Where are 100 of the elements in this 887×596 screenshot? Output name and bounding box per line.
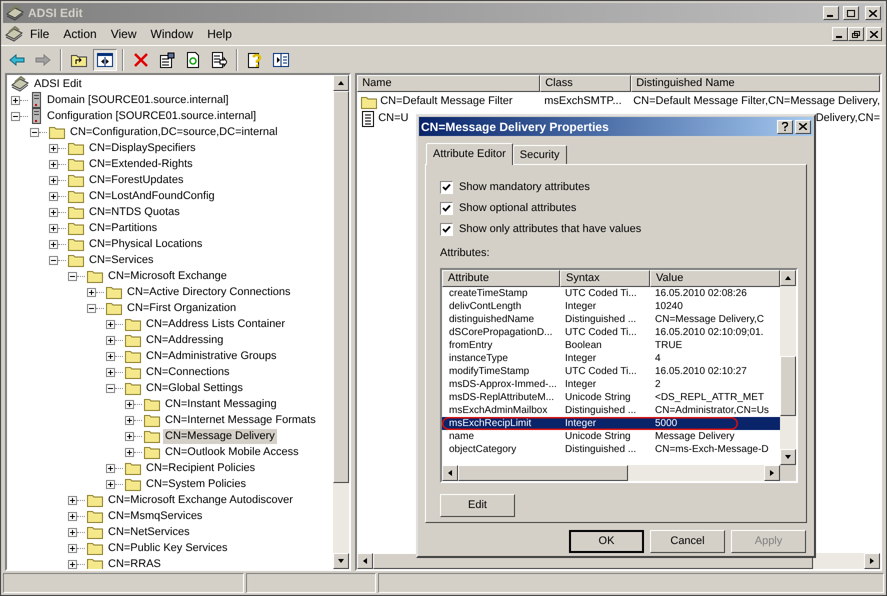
expand-toggle[interactable] xyxy=(49,176,58,184)
tree-item[interactable]: CN=LostAndFoundConfig xyxy=(87,188,217,204)
expand-toggle[interactable] xyxy=(49,240,58,248)
expand-toggle[interactable] xyxy=(106,368,115,376)
tree-item[interactable]: CN=ForestUpdates xyxy=(87,172,186,188)
attribute-row[interactable]: dSCorePropagationD... UTC Coded Ti... 16.05.2010 02:10:09;01. xyxy=(442,326,780,338)
dialog-button[interactable]: Cancel xyxy=(650,530,725,553)
attribute-row[interactable]: msDS-Approx-Immed-... Integer 2 xyxy=(442,378,780,390)
edit-button[interactable]: Edit xyxy=(440,494,515,516)
expand-toggle[interactable] xyxy=(106,336,115,344)
tree-item[interactable]: CN=NetServices xyxy=(106,524,192,540)
expand-toggle[interactable] xyxy=(49,224,58,232)
expand-toggle[interactable] xyxy=(125,448,134,456)
tree-item[interactable]: CN=NTDS Quotas xyxy=(87,204,182,220)
list-cell[interactable]: CN=Default Message Filter xyxy=(380,93,513,110)
dialog-button[interactable]: OK xyxy=(569,530,644,553)
scroll-up-button[interactable] xyxy=(780,270,796,286)
collapse-toggle[interactable] xyxy=(49,256,58,264)
tree-item[interactable]: CN=Public Key Services xyxy=(106,540,230,556)
expand-toggle[interactable] xyxy=(106,320,115,328)
tree-item[interactable]: CN=Global Settings xyxy=(144,380,245,396)
maximize-button[interactable] xyxy=(843,6,859,20)
checkbox-label[interactable]: Show optional attributes xyxy=(459,200,576,217)
scroll-thumb[interactable] xyxy=(458,464,628,480)
tree-item[interactable]: CN=Microsoft Exchange Autodiscover xyxy=(106,492,295,508)
close-button[interactable] xyxy=(866,27,882,41)
restore-button[interactable] xyxy=(848,27,864,41)
expand-toggle[interactable] xyxy=(106,480,115,488)
tree-item[interactable]: ADSI Edit xyxy=(32,76,84,92)
tree-item[interactable]: CN=Partitions xyxy=(87,220,160,236)
expand-toggle[interactable] xyxy=(49,160,58,168)
expand-toggle[interactable] xyxy=(106,464,115,472)
expand-toggle[interactable] xyxy=(125,400,134,408)
attribute-row[interactable]: msExchRecipLimit Integer 5000 xyxy=(442,416,780,430)
tree-item[interactable]: Domain [SOURCE01.source.internal] xyxy=(45,92,231,108)
tree-item[interactable]: CN=First Organization xyxy=(125,300,238,316)
tree-item[interactable]: CN=Connections xyxy=(144,364,232,380)
attribute-row[interactable]: instanceType Integer 4 xyxy=(442,352,780,364)
scroll-thumb[interactable] xyxy=(333,91,350,483)
expand-toggle[interactable] xyxy=(87,288,96,296)
tree-item[interactable]: CN=Extended-Rights xyxy=(87,156,195,172)
attribute-row[interactable]: distinguishedName Distinguished ... CN=Message Delivery,C xyxy=(442,312,780,326)
expand-toggle[interactable] xyxy=(125,416,134,424)
collapse-toggle[interactable] xyxy=(106,384,115,392)
tree-item[interactable]: CN=Recipient Policies xyxy=(144,460,258,476)
menu-item[interactable]: Help xyxy=(200,25,239,43)
checkbox[interactable] xyxy=(440,223,453,236)
scroll-right-button[interactable] xyxy=(764,464,780,480)
checkbox-label[interactable]: Show mandatory attributes xyxy=(459,179,590,196)
close-button[interactable] xyxy=(795,120,811,134)
tree-item[interactable]: CN=Internet Message Formats xyxy=(163,412,318,428)
attribute-row[interactable]: msDS-ReplAttributeM... Unicode String <DS_REPL_ATTR_MET xyxy=(442,390,780,404)
tree-item[interactable]: CN=Address Lists Container xyxy=(144,316,288,332)
attribute-row[interactable]: createTimeStamp UTC Coded Ti... 16.05.2010 02:08:26 xyxy=(442,286,780,300)
menu-item[interactable]: File xyxy=(23,25,56,43)
tree-item[interactable]: CN=Message Delivery xyxy=(163,428,277,444)
tree-item[interactable]: CN=Active Directory Connections xyxy=(125,284,293,300)
scroll-up-button[interactable] xyxy=(333,75,350,91)
minimize-button[interactable] xyxy=(823,6,839,20)
scroll-right-button[interactable] xyxy=(864,553,880,569)
tree-item[interactable]: CN=Configuration,DC=source,DC=internal xyxy=(68,124,280,140)
toolbar-button[interactable] xyxy=(93,48,117,70)
attribute-row[interactable]: objectCategory Distinguished ... CN=ms-Exch-Message-D xyxy=(442,442,780,456)
tree-item[interactable]: CN=Instant Messaging xyxy=(163,396,279,412)
scroll-left-button[interactable] xyxy=(442,464,458,480)
scroll-down-button[interactable] xyxy=(333,553,350,569)
tree-item[interactable]: CN=DisplaySpecifiers xyxy=(87,140,198,156)
collapse-toggle[interactable] xyxy=(11,112,20,120)
column-header[interactable]: Class xyxy=(540,75,632,92)
expand-toggle[interactable] xyxy=(49,144,58,152)
column-header[interactable]: Name xyxy=(357,75,540,92)
scroll-left-button[interactable] xyxy=(357,553,374,569)
attribute-row[interactable]: delivContLength Integer 10240 xyxy=(442,300,780,312)
expand-toggle[interactable] xyxy=(49,208,58,216)
help-button[interactable] xyxy=(777,120,793,134)
attribute-row[interactable]: name Unicode String Message Delivery xyxy=(442,430,780,442)
menu-item[interactable]: Action xyxy=(56,25,104,43)
tree-item[interactable]: CN=RRAS xyxy=(106,556,163,569)
expand-toggle[interactable] xyxy=(68,544,77,552)
expand-toggle[interactable] xyxy=(11,96,20,104)
column-header[interactable]: Syntax xyxy=(560,270,650,286)
tree-item[interactable]: CN=Microsoft Exchange xyxy=(106,268,229,284)
collapse-toggle[interactable] xyxy=(87,304,96,312)
column-header[interactable]: Distinguished Name xyxy=(631,75,880,92)
vertical-scrollbar[interactable] xyxy=(333,75,350,569)
expand-toggle[interactable] xyxy=(125,432,134,440)
attribute-row[interactable]: fromEntry Boolean TRUE xyxy=(442,338,780,352)
tree-item[interactable]: Configuration [SOURCE01.source.internal] xyxy=(45,108,258,124)
tree-item[interactable]: CN=Services xyxy=(87,252,156,268)
expand-toggle[interactable] xyxy=(68,512,77,520)
list-cell[interactable]: CN=U xyxy=(378,110,408,127)
expand-toggle[interactable] xyxy=(49,192,58,200)
column-header[interactable]: Attribute xyxy=(442,270,560,286)
menu-item[interactable]: View xyxy=(104,25,144,43)
expand-toggle[interactable] xyxy=(106,352,115,360)
column-header[interactable]: Value xyxy=(650,270,780,286)
scroll-thumb[interactable] xyxy=(780,356,796,416)
tab[interactable]: Attribute Editor xyxy=(426,143,513,165)
tree-item[interactable]: CN=Outlook Mobile Access xyxy=(163,444,301,460)
expand-toggle[interactable] xyxy=(68,560,77,568)
